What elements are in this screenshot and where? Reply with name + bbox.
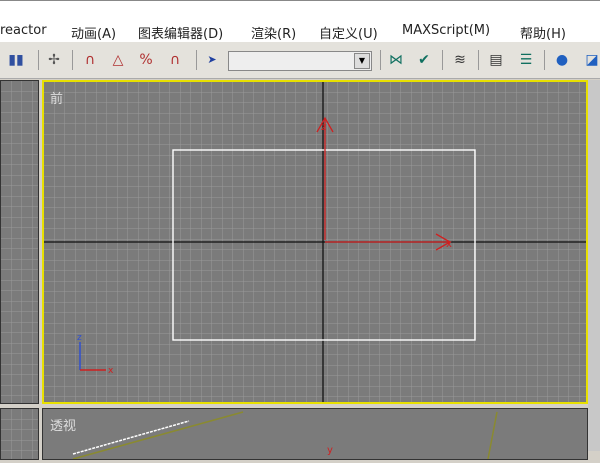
- viewport-label-perspective[interactable]: 透视: [50, 415, 76, 434]
- select-by-name-icon[interactable]: ➤: [202, 50, 222, 70]
- menu-bar: reactor 动画(A) 图表编辑器(D) 渲染(R) 自定义(U) MAXS…: [0, 0, 600, 43]
- separator: [38, 50, 39, 70]
- percent-snap-icon[interactable]: %: [136, 50, 156, 70]
- layers-icon[interactable]: ≋: [450, 50, 470, 70]
- bottom-left-viewport[interactable]: [0, 408, 39, 460]
- chevron-down-icon[interactable]: ▼: [354, 53, 370, 69]
- gizmo-z-label: z: [321, 122, 326, 133]
- separator: [196, 50, 197, 70]
- menu-rendering[interactable]: 渲染(R): [251, 23, 296, 42]
- main-toolbar: ▮▮ ✢ ∩ △ % ∩ ➤ ▼ ⋈ ✔ ≋ ▤ ☰ ● ◪: [0, 42, 600, 79]
- separator: [442, 50, 443, 70]
- object-edge: [72, 420, 190, 455]
- curve-editor-icon[interactable]: ▤: [486, 50, 506, 70]
- left-viewport[interactable]: [0, 80, 39, 404]
- separator: [72, 50, 73, 70]
- grid-edge-line: [487, 411, 498, 459]
- menu-graph-editors[interactable]: 图表编辑器(D): [138, 23, 223, 42]
- gizmo-x-label: x: [446, 239, 452, 250]
- menu-help[interactable]: 帮助(H): [520, 23, 566, 42]
- align-icon[interactable]: ✔: [414, 50, 434, 70]
- angle-snap-icon[interactable]: △: [108, 50, 128, 70]
- svg-text:z: z: [77, 333, 82, 343]
- perspective-viewport[interactable]: y 透视: [42, 408, 588, 460]
- menu-reactor[interactable]: reactor: [0, 23, 47, 38]
- snap-3d-icon[interactable]: ∩: [80, 50, 100, 70]
- command-panel-edge: [588, 80, 600, 451]
- svg-text:x: x: [108, 366, 114, 376]
- separator: [544, 50, 545, 70]
- mirror-icon[interactable]: ⋈: [386, 50, 406, 70]
- front-viewport[interactable]: z x z x 前: [42, 80, 588, 404]
- grid: [1, 81, 38, 403]
- menu-maxscript[interactable]: MAXScript(M): [402, 23, 490, 38]
- viewport-canvas: z x z x: [44, 82, 586, 402]
- bone-icon[interactable]: ✢: [44, 50, 64, 70]
- spinner-snap-icon[interactable]: ∩: [165, 50, 185, 70]
- schematic-icon[interactable]: ☰: [516, 50, 536, 70]
- menu-animation[interactable]: 动画(A): [71, 23, 116, 42]
- separator: [380, 50, 381, 70]
- menu-customize[interactable]: 自定义(U): [319, 23, 378, 42]
- layer-icon[interactable]: ▮▮: [6, 50, 26, 70]
- separator: [478, 50, 479, 70]
- viewport-canvas: y: [72, 411, 498, 459]
- material-editor-icon[interactable]: ●: [552, 50, 572, 70]
- grid-edge-line: [72, 411, 244, 459]
- render-icon[interactable]: ◪: [582, 50, 600, 70]
- viewport-label-front[interactable]: 前: [50, 88, 63, 107]
- named-selection-dropdown[interactable]: ▼: [228, 51, 372, 71]
